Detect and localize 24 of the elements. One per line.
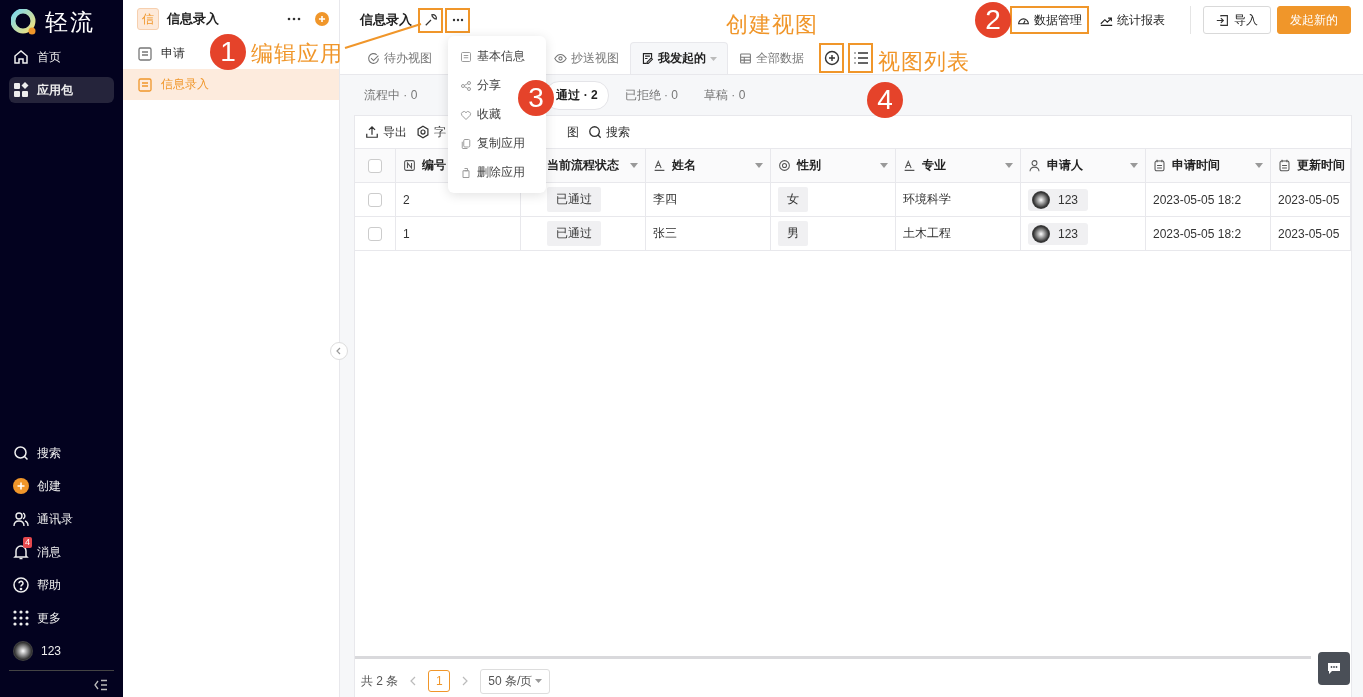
total-count: 共 2 条: [361, 672, 399, 690]
app-title: 信息录入: [167, 10, 220, 28]
table-cell: 环境科学: [896, 183, 1021, 216]
page-title: 信息录入: [360, 11, 412, 29]
user-chip: 123: [1028, 222, 1089, 245]
logo-text: 轻流: [45, 7, 95, 37]
notification-badge: 4: [23, 537, 32, 548]
annotation-label: 编辑应用: [251, 40, 343, 68]
annotation-label: 视图列表: [878, 48, 970, 76]
table-cell: 2023-05-05 18:2: [1146, 217, 1271, 250]
annotation-label: 创建视图: [726, 11, 818, 39]
tag: 女: [778, 187, 808, 212]
tag: 已通过: [547, 187, 601, 212]
tag: 男: [778, 221, 808, 246]
table-cell: 张三: [646, 217, 771, 250]
table-cell: 2023-05-05 18:2: [1146, 183, 1271, 216]
tag: 已通过: [547, 221, 601, 246]
user-chip: 123: [1028, 188, 1089, 211]
table-cell: 2023-05-05: [1271, 217, 1351, 250]
app-badge: 信: [137, 8, 159, 30]
table-cell: 2023-05-05: [1271, 183, 1351, 216]
table-cell: 土木工程: [896, 217, 1021, 250]
table-cell: 李四: [646, 183, 771, 216]
table-cell: 1: [396, 217, 521, 250]
